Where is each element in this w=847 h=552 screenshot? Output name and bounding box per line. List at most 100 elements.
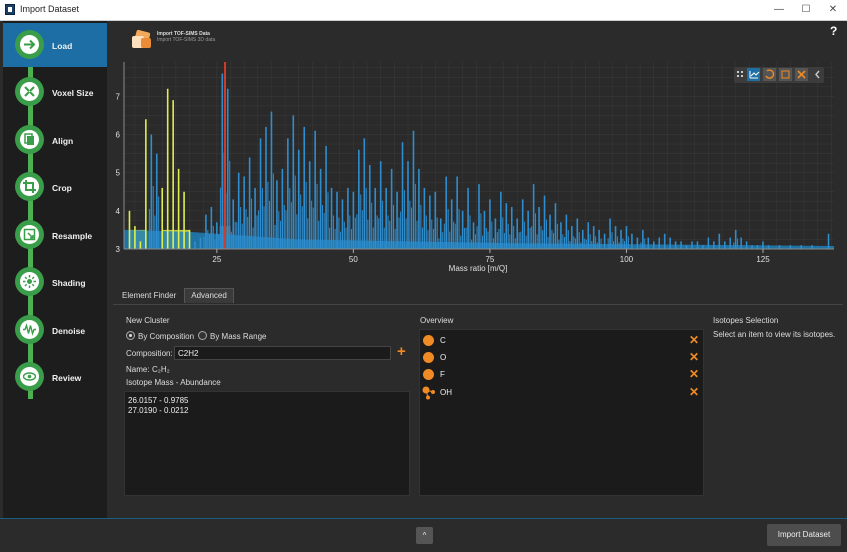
remove-icon[interactable]: ✕ [689,350,699,364]
tof-sims-logo-icon [132,29,151,48]
y-tick-label: 5 [116,169,121,178]
by-composition-radio[interactable] [126,331,135,340]
overview-item-oh[interactable]: OH ✕ [420,384,704,402]
step-label: Align [52,136,74,146]
overview-title: Overview [420,316,454,325]
step-label: Review [52,373,82,383]
tab-element-finder[interactable]: Element Finder [116,289,182,303]
overview-item-o[interactable]: O ✕ [420,349,704,367]
name-label: Name: [126,365,150,374]
y-tick-label: 3 [116,245,121,254]
crop-icon [23,180,36,193]
x-axis-label: Mass ratio [m/Q] [449,264,508,273]
isotope-header: Isotope Mass - Abundance [126,378,221,387]
y-tick-label: 7 [116,92,121,101]
minimize-button[interactable]: — [772,3,786,16]
resample-icon [23,228,36,241]
arrow-right-icon [24,39,36,50]
import-dataset-button[interactable]: Import Dataset [767,524,841,546]
new-cluster-title: New Cluster [126,316,170,325]
by-mass-range-label[interactable]: By Mass Range [210,332,266,341]
overview-item-label: O [440,353,447,362]
chart-toolbar [734,67,824,83]
atom-icon [423,352,434,363]
step-label: Voxel Size [52,88,94,98]
maximize-button[interactable]: ☐ [799,3,813,16]
overview-item-label: C [440,336,446,345]
remove-icon[interactable]: ✕ [689,367,699,381]
collapse-button[interactable]: ^ [416,527,433,544]
crop-step-marker [15,172,44,201]
header-subtitle: Import TOF-SIMS 3D data [157,37,216,43]
close-icon[interactable] [795,68,808,81]
shading-step-marker [15,267,44,296]
grid-icon[interactable] [779,68,792,81]
isotopes-selection-title: Isotopes Selection [713,316,779,325]
x-tick-label: 125 [756,255,770,264]
overview-item-c[interactable]: C ✕ [420,332,704,350]
by-composition-label[interactable]: By Composition [138,332,194,341]
review-step-marker [15,362,44,391]
copy-icon [24,133,34,145]
step-label: Shading [52,278,86,288]
step-shading[interactable]: Shading [3,260,107,304]
tab-bar: Element Finder Advanced [116,288,236,304]
sun-icon [23,275,36,288]
composition-label: Composition: [126,349,173,358]
undo-icon[interactable] [763,68,776,81]
remove-icon[interactable]: ✕ [689,333,699,347]
isotope-list[interactable]: 26.0157 - 0.9785 27.0190 - 0.0212 [124,391,410,496]
name-value: C₂H₂ [152,365,170,374]
align-step-marker [15,125,44,154]
step-resample[interactable]: Resample [3,213,107,257]
by-mass-range-radio[interactable] [198,331,207,340]
compress-icon [24,86,35,97]
window-title: Import Dataset [20,4,80,14]
mass-spectrum-chart[interactable]: 25 50 75 100 125 3 4 5 6 7 Mass ratio [m/Q] [112,56,836,276]
step-label: Load [52,41,73,51]
step-label: Denoise [52,326,86,336]
overview-list[interactable]: C ✕ O ✕ F ✕ OH ✕ [419,329,704,496]
overview-item-label: OH [440,388,452,397]
eye-icon [23,372,36,381]
resample-step-marker [15,220,44,249]
step-load[interactable]: Load [3,23,107,67]
chart-icon[interactable] [747,68,760,81]
close-button[interactable]: ✕ [826,3,840,16]
step-crop[interactable]: Crop [3,165,107,209]
step-align[interactable]: Align [3,118,107,162]
molecule-icon [422,386,435,400]
x-tick-label: 75 [485,255,494,264]
x-tick-label: 50 [349,255,358,264]
isotope-item: 27.0190 - 0.0212 [128,406,189,415]
overview-item-f[interactable]: F ✕ [420,366,704,384]
add-cluster-icon[interactable]: + [397,344,406,359]
tab-divider [113,304,843,305]
app-icon [5,4,15,15]
step-label: Resample [52,231,93,241]
x-tick-label: 25 [212,255,221,264]
y-tick-label: 4 [116,207,121,216]
x-tick-label: 100 [620,255,634,264]
tab-advanced[interactable]: Advanced [184,288,234,303]
step-denoise[interactable]: Denoise [3,308,107,352]
step-review[interactable]: Review [3,355,107,399]
y-tick-label: 6 [116,131,121,140]
load-step-marker [15,30,44,59]
step-label: Crop [52,183,72,193]
wave-icon [23,323,36,336]
atom-icon [423,335,434,346]
help-icon[interactable]: ? [830,24,837,38]
step-voxel-size[interactable]: Voxel Size [3,70,107,114]
isotopes-selection-hint: Select an item to view its isotopes. [713,330,836,339]
workflow-sidebar: Load Voxel Size Align Crop Resample Shad… [3,21,107,518]
title-bar: Import Dataset — ☐ ✕ [0,0,847,21]
remove-icon[interactable]: ✕ [689,385,699,399]
overview-item-label: F [440,370,445,379]
voxel-step-marker [15,77,44,106]
denoise-step-marker [15,315,44,344]
isotope-item: 26.0157 - 0.9785 [128,396,189,405]
atom-icon [423,369,434,380]
composition-input[interactable] [174,346,391,360]
header-text: Import TOF-SIMS Data Import TOF-SIMS 3D … [157,31,215,43]
